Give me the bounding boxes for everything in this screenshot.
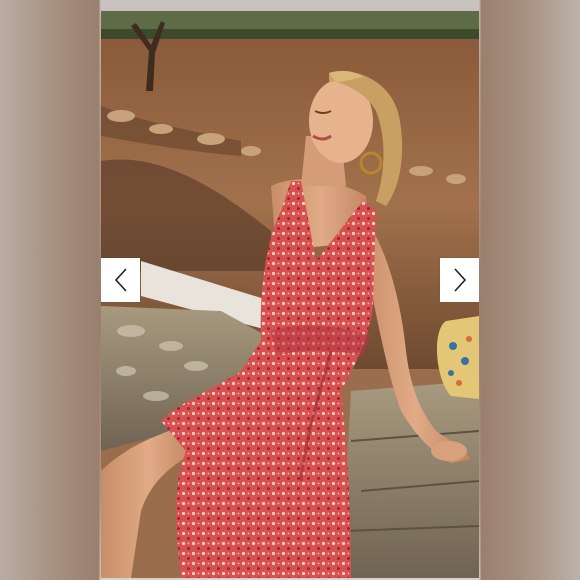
- chevron-left-icon: [114, 268, 127, 292]
- chevron-right-icon: [453, 268, 466, 292]
- previous-image-button[interactable]: [101, 258, 140, 302]
- product-photo: [101, 11, 479, 578]
- product-image-viewer: [101, 11, 479, 578]
- next-image-button[interactable]: [440, 258, 479, 302]
